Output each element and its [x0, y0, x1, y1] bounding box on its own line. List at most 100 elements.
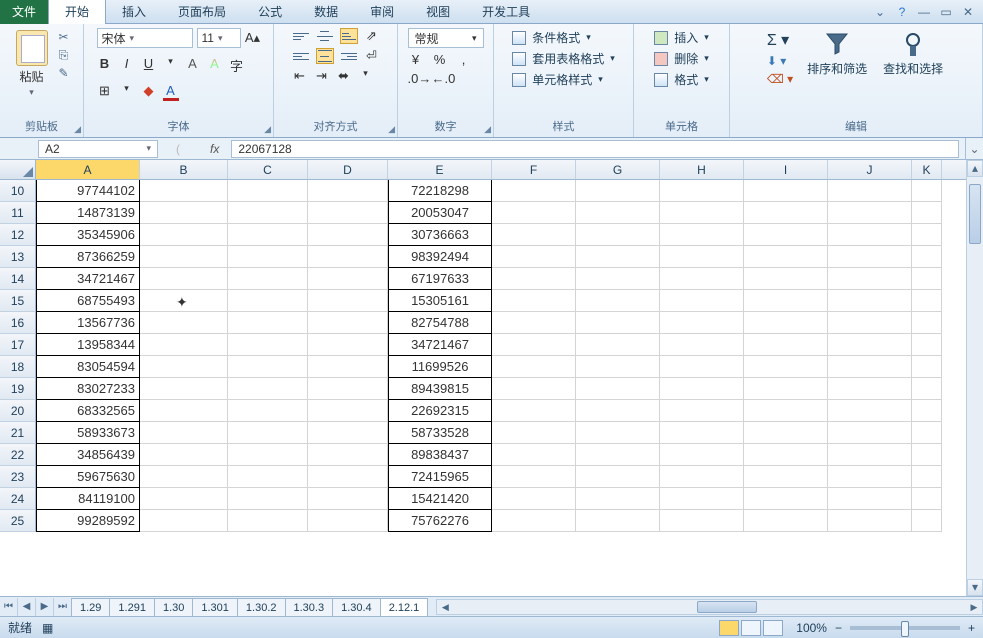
tab-view[interactable]: 视图 — [410, 0, 466, 24]
cell-K20[interactable] — [912, 400, 942, 422]
cell-A20[interactable]: 68332565 — [36, 400, 140, 422]
cell-E14[interactable]: 67197633 — [388, 268, 492, 290]
increase-indent-icon[interactable]: ⇥ — [314, 68, 330, 84]
cell-H15[interactable] — [660, 290, 744, 312]
paste-button[interactable]: 粘贴 ▾ — [12, 28, 52, 100]
cell-C21[interactable] — [228, 422, 308, 444]
scroll-thumb[interactable] — [969, 184, 981, 244]
cell-K13[interactable] — [912, 246, 942, 268]
cell-E13[interactable]: 98392494 — [388, 246, 492, 268]
cell-F20[interactable] — [492, 400, 576, 422]
cell-H22[interactable] — [660, 444, 744, 466]
tab-file[interactable]: 文件 — [0, 0, 48, 24]
cell-I17[interactable] — [744, 334, 828, 356]
cell-J15[interactable] — [828, 290, 912, 312]
row-header-24[interactable]: 24 — [0, 488, 36, 510]
conditional-format-button[interactable]: 条件格式▾ — [508, 28, 595, 47]
row-header-10[interactable]: 10 — [0, 180, 36, 202]
dialog-launcher-icon[interactable]: ◢ — [484, 124, 491, 135]
cell-K12[interactable] — [912, 224, 942, 246]
cell-C23[interactable] — [228, 466, 308, 488]
cell-B14[interactable] — [140, 268, 228, 290]
cell-B17[interactable] — [140, 334, 228, 356]
cell-J25[interactable] — [828, 510, 912, 532]
cell-D24[interactable] — [308, 488, 388, 510]
col-header-E[interactable]: E — [388, 160, 492, 179]
row-header-18[interactable]: 18 — [0, 356, 36, 378]
zoom-in-icon[interactable]: + — [968, 621, 975, 635]
fill-icon[interactable]: ⬇ ▾ — [767, 54, 793, 68]
chevron-down-icon[interactable]: ▾ — [704, 53, 709, 64]
italic-button[interactable]: I — [119, 56, 135, 75]
help-icon[interactable]: ? — [895, 5, 909, 19]
cell-F18[interactable] — [492, 356, 576, 378]
percent-icon[interactable]: % — [432, 52, 448, 67]
cell-J20[interactable] — [828, 400, 912, 422]
cell-I23[interactable] — [744, 466, 828, 488]
cell-F25[interactable] — [492, 510, 576, 532]
cell-G23[interactable] — [576, 466, 660, 488]
cell-K10[interactable] — [912, 180, 942, 202]
cell-B11[interactable] — [140, 202, 228, 224]
cell-F19[interactable] — [492, 378, 576, 400]
view-layout-icon[interactable] — [741, 620, 761, 636]
cell-K23[interactable] — [912, 466, 942, 488]
cell-H17[interactable] — [660, 334, 744, 356]
row-header-13[interactable]: 13 — [0, 246, 36, 268]
cell-J22[interactable] — [828, 444, 912, 466]
cell-I15[interactable] — [744, 290, 828, 312]
grid-body[interactable]: 1097744102722182981114873139200530471235… — [0, 180, 983, 596]
align-middle-icon[interactable] — [316, 28, 334, 44]
cell-H12[interactable] — [660, 224, 744, 246]
vertical-scrollbar[interactable]: ▴ ▾ — [966, 160, 983, 596]
cell-A11[interactable]: 14873139 — [36, 202, 140, 224]
delete-cells-button[interactable]: 删除▾ — [650, 49, 713, 68]
decrease-indent-icon[interactable]: ⇤ — [292, 68, 308, 84]
chevron-down-icon[interactable]: ▾ — [358, 68, 374, 84]
cell-E22[interactable]: 89838437 — [388, 444, 492, 466]
col-header-F[interactable]: F — [492, 160, 576, 179]
cell-H16[interactable] — [660, 312, 744, 334]
number-format-combo[interactable]: 常规▾ — [408, 28, 484, 48]
chevron-down-icon[interactable]: ▾ — [218, 33, 223, 44]
font-color-icon[interactable]: A — [163, 83, 179, 101]
cell-I18[interactable] — [744, 356, 828, 378]
clear-icon[interactable]: ⌫ ▾ — [767, 72, 793, 86]
cell-C20[interactable] — [228, 400, 308, 422]
cell-G21[interactable] — [576, 422, 660, 444]
cell-H14[interactable] — [660, 268, 744, 290]
format-painter-icon[interactable]: ✎ — [56, 66, 72, 80]
cell-H11[interactable] — [660, 202, 744, 224]
cell-I12[interactable] — [744, 224, 828, 246]
chevron-down-icon[interactable]: ▾ — [119, 83, 135, 101]
cell-G20[interactable] — [576, 400, 660, 422]
cell-H10[interactable] — [660, 180, 744, 202]
cell-F17[interactable] — [492, 334, 576, 356]
cell-I22[interactable] — [744, 444, 828, 466]
font-color-a-icon[interactable]: A — [207, 56, 223, 75]
cell-E11[interactable]: 20053047 — [388, 202, 492, 224]
minimize-icon[interactable]: — — [917, 5, 931, 19]
cell-A25[interactable]: 99289592 — [36, 510, 140, 532]
tab-layout[interactable]: 页面布局 — [162, 0, 242, 24]
row-header-19[interactable]: 19 — [0, 378, 36, 400]
scroll-up-icon[interactable]: ▴ — [967, 160, 983, 177]
cell-C19[interactable] — [228, 378, 308, 400]
cell-D13[interactable] — [308, 246, 388, 268]
cell-D18[interactable] — [308, 356, 388, 378]
col-header-G[interactable]: G — [576, 160, 660, 179]
col-header-D[interactable]: D — [308, 160, 388, 179]
border-icon[interactable]: ⊞ — [97, 83, 113, 101]
fill-color-icon[interactable]: ◆ — [141, 83, 157, 101]
sheet-tab[interactable]: 2.12.1 — [380, 598, 429, 616]
cell-F22[interactable] — [492, 444, 576, 466]
row-header-17[interactable]: 17 — [0, 334, 36, 356]
cell-B18[interactable] — [140, 356, 228, 378]
tab-dev[interactable]: 开发工具 — [466, 0, 546, 24]
row-header-22[interactable]: 22 — [0, 444, 36, 466]
zoom-out-icon[interactable]: − — [835, 621, 842, 635]
cell-J12[interactable] — [828, 224, 912, 246]
cell-K11[interactable] — [912, 202, 942, 224]
cell-C11[interactable] — [228, 202, 308, 224]
cell-G12[interactable] — [576, 224, 660, 246]
